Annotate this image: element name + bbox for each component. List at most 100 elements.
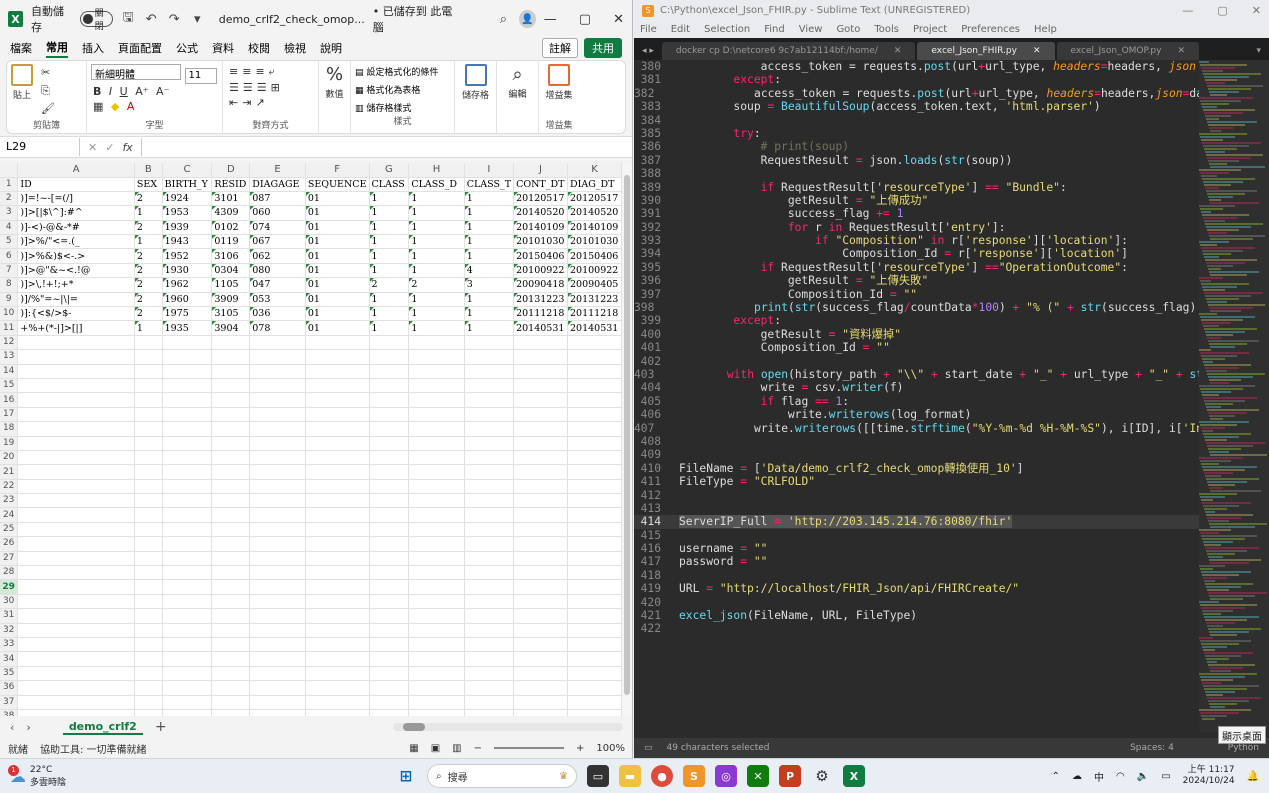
cell[interactable] <box>464 637 515 653</box>
row-header[interactable]: 1 <box>0 177 19 192</box>
row-header[interactable]: 25 <box>0 522 19 538</box>
column-header[interactable]: A <box>17 163 135 178</box>
prev-sheet-icon[interactable]: ‹ <box>10 721 14 734</box>
zoom-level[interactable]: 100% <box>596 743 625 754</box>
cell[interactable]: 20140520 <box>567 205 622 221</box>
cell[interactable] <box>369 536 410 552</box>
cell[interactable] <box>211 695 251 710</box>
cell[interactable] <box>249 695 306 710</box>
cell[interactable] <box>17 479 135 495</box>
cell[interactable] <box>134 623 163 639</box>
cell[interactable] <box>134 651 163 667</box>
cell[interactable]: 20120517 <box>567 191 622 207</box>
redo-icon[interactable]: ↷ <box>167 11 182 27</box>
cell[interactable] <box>513 551 568 567</box>
border-icon[interactable]: ▦ <box>93 100 103 113</box>
cell[interactable] <box>134 378 163 394</box>
ime-indicator[interactable]: 中 <box>1094 769 1104 784</box>
cell[interactable] <box>249 623 306 639</box>
align-top-icon[interactable]: ≡ <box>229 65 238 78</box>
cell[interactable]: )]/%"=~|\|= <box>17 292 135 308</box>
cell[interactable]: 1 <box>408 205 465 221</box>
cell[interactable]: 20140531 <box>567 320 622 336</box>
cell[interactable] <box>305 651 370 667</box>
notification-icon[interactable]: 🔔 <box>1247 771 1259 782</box>
cell[interactable]: 20111218 <box>513 306 568 322</box>
cell[interactable]: 1 <box>464 248 515 264</box>
cell[interactable] <box>17 666 135 682</box>
cell[interactable] <box>513 680 568 696</box>
tab-dropdown-icon[interactable]: ▾ <box>1248 42 1269 60</box>
cell[interactable]: 20120517 <box>513 191 568 207</box>
cell[interactable]: 1 <box>464 191 515 207</box>
cell[interactable]: 1924 <box>162 191 213 207</box>
cell[interactable] <box>305 608 370 624</box>
page-break-icon[interactable]: ▥ <box>452 743 461 754</box>
cell[interactable] <box>305 522 370 538</box>
menu-find[interactable]: Find <box>764 24 785 35</box>
cell[interactable] <box>408 565 465 581</box>
cell[interactable] <box>134 479 163 495</box>
cell[interactable]: 1 <box>464 292 515 308</box>
cell[interactable]: 3904 <box>211 320 251 336</box>
cell[interactable]: 2 <box>134 292 163 308</box>
cell[interactable]: 01 <box>305 220 370 236</box>
cell[interactable] <box>513 392 568 408</box>
cell[interactable] <box>211 680 251 696</box>
cell[interactable] <box>162 464 213 480</box>
cell[interactable]: 080 <box>249 263 306 279</box>
select-all-corner[interactable] <box>0 163 19 178</box>
cell[interactable] <box>369 651 410 667</box>
cell[interactable] <box>249 608 306 624</box>
cell[interactable] <box>305 349 370 365</box>
indent-status[interactable]: Spaces: 4 <box>1130 743 1174 753</box>
cell[interactable] <box>567 464 622 480</box>
cell[interactable] <box>305 623 370 639</box>
cell[interactable]: 1 <box>134 320 163 336</box>
wifi-icon[interactable]: ◠ <box>1116 771 1125 782</box>
cell[interactable] <box>249 507 306 523</box>
cell[interactable] <box>408 623 465 639</box>
conditional-format-button[interactable]: ▤ 設定格式化的條件 <box>355 64 450 82</box>
cell[interactable] <box>211 421 251 437</box>
cell[interactable] <box>162 335 213 351</box>
cell[interactable] <box>134 565 163 581</box>
tab-insert[interactable]: 插入 <box>82 40 104 56</box>
cell[interactable] <box>513 594 568 610</box>
cell[interactable]: 20150406 <box>513 248 568 264</box>
merge-icon[interactable]: ⊞ <box>271 81 280 94</box>
row-header[interactable]: 23 <box>0 493 19 509</box>
page-layout-icon[interactable]: ▣ <box>431 743 440 754</box>
cell[interactable]: 1975 <box>162 306 213 322</box>
cell[interactable]: 1 <box>369 306 410 322</box>
cell[interactable] <box>567 507 622 523</box>
font-color-icon[interactable]: A <box>127 100 135 113</box>
cell[interactable]: 20150406 <box>567 248 622 264</box>
start-icon[interactable]: ⊞ <box>395 765 417 787</box>
cell[interactable] <box>369 479 410 495</box>
cell[interactable] <box>369 335 410 351</box>
cell[interactable] <box>464 680 515 696</box>
cell[interactable] <box>513 378 568 394</box>
cell[interactable] <box>17 551 135 567</box>
cell[interactable] <box>134 695 163 710</box>
onedrive-icon[interactable]: ☁ <box>1072 771 1082 782</box>
cell[interactable]: DIAGAGE <box>249 177 306 192</box>
cell[interactable]: 0304 <box>211 263 251 279</box>
cell[interactable] <box>162 392 213 408</box>
tab-close-icon[interactable]: ✕ <box>894 46 902 56</box>
cell[interactable] <box>567 637 622 653</box>
cell[interactable] <box>17 392 135 408</box>
cell[interactable]: 3106 <box>211 248 251 264</box>
cell[interactable] <box>369 464 410 480</box>
cell[interactable]: 3105 <box>211 306 251 322</box>
cell[interactable] <box>567 493 622 509</box>
cell[interactable] <box>211 651 251 667</box>
cell[interactable] <box>369 695 410 710</box>
tab-page-layout[interactable]: 頁面配置 <box>118 40 162 56</box>
cell[interactable]: 1 <box>408 248 465 264</box>
align-left-icon[interactable]: ☰ <box>229 81 239 94</box>
row-header[interactable]: 5 <box>0 234 19 250</box>
cell[interactable] <box>211 522 251 538</box>
row-header[interactable]: 21 <box>0 464 19 480</box>
